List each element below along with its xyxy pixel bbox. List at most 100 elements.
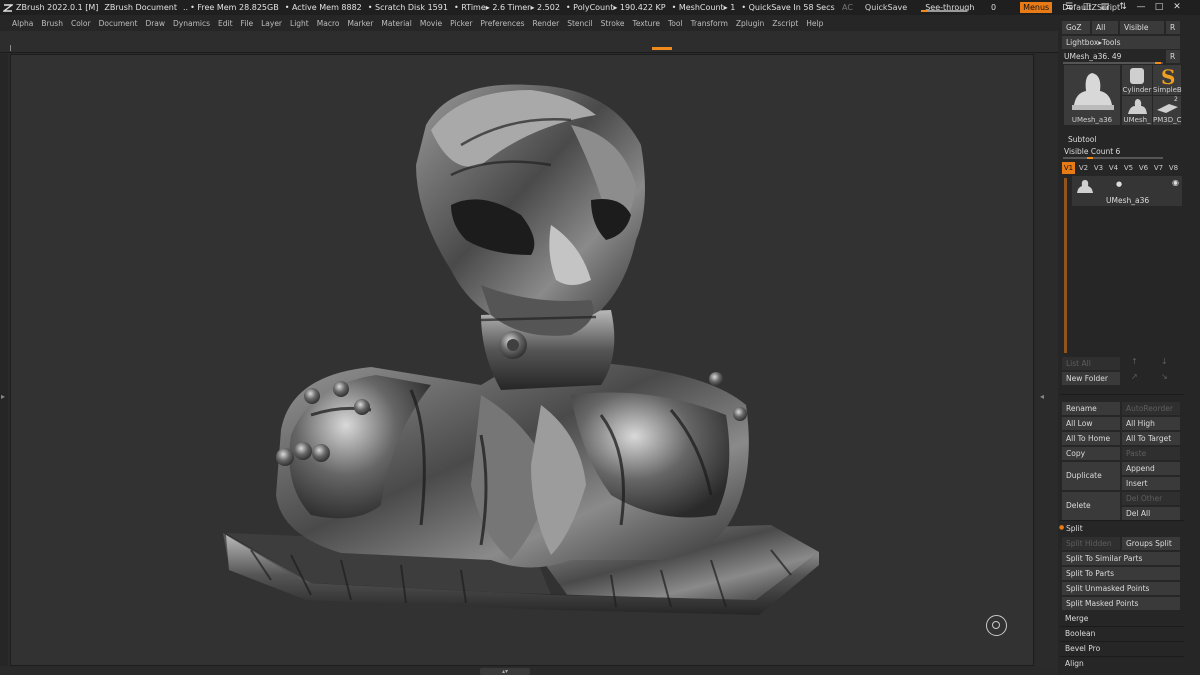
goz-button[interactable]: GoZ <box>1062 21 1090 34</box>
boolean-section[interactable]: Boolean <box>1065 629 1095 638</box>
maximize-icon[interactable]: □ <box>1153 2 1165 12</box>
all-to-home-button[interactable]: All To Home <box>1062 432 1120 445</box>
lightbox-tools-button[interactable]: Lightbox▸Tools <box>1062 36 1180 49</box>
menu-picker[interactable]: Picker <box>450 19 472 28</box>
menu-layer[interactable]: Layer <box>261 19 282 28</box>
menu-brush[interactable]: Brush <box>41 19 63 28</box>
split-unmasked-points-button[interactable]: Split Unmasked Points <box>1062 582 1180 595</box>
tab-v3[interactable]: V3 <box>1092 162 1105 174</box>
split-to-parts-button[interactable]: Split To Parts <box>1062 567 1180 580</box>
menus-toggle[interactable]: Menus <box>1020 2 1053 13</box>
tab-v1[interactable]: V1 <box>1062 162 1075 174</box>
layout-icon[interactable]: ◫ <box>1081 2 1093 12</box>
document-canvas[interactable] <box>10 54 1034 666</box>
insert-button[interactable]: Insert <box>1122 477 1180 490</box>
split-to-similar-parts-button[interactable]: Split To Similar Parts <box>1062 552 1180 565</box>
ac-label[interactable]: AC <box>842 3 853 12</box>
all-to-target-button[interactable]: All To Target <box>1122 432 1180 445</box>
tab-v4[interactable]: V4 <box>1107 162 1120 174</box>
del-all-button[interactable]: Del All <box>1122 507 1180 520</box>
split-hidden-button[interactable]: Split Hidden <box>1062 537 1120 550</box>
subtool-visibility-icon[interactable]: ● <box>1116 180 1122 188</box>
menu-file[interactable]: File <box>241 19 254 28</box>
menu-alpha[interactable]: Alpha <box>12 19 33 28</box>
menu-color[interactable]: Color <box>71 19 91 28</box>
menu-zscript[interactable]: Zscript <box>772 19 798 28</box>
menu-zplugin[interactable]: Zplugin <box>736 19 764 28</box>
split-masked-points-button[interactable]: Split Masked Points <box>1062 597 1180 610</box>
menu-texture[interactable]: Texture <box>633 19 660 28</box>
menu-material[interactable]: Material <box>381 19 411 28</box>
menu-preferences[interactable]: Preferences <box>480 19 524 28</box>
see-through-slider[interactable]: See-through 0 <box>921 3 1010 12</box>
r-button[interactable]: R <box>1166 21 1180 34</box>
left-tray-gutter[interactable]: ▸ <box>0 54 8 666</box>
close-icon[interactable]: ✕ <box>1171 2 1183 12</box>
menu-dynamics[interactable]: Dynamics <box>173 19 210 28</box>
navigation-widget[interactable] <box>986 615 1007 636</box>
del-other-button[interactable]: Del Other <box>1122 492 1180 505</box>
all-low-button[interactable]: All Low <box>1062 417 1120 430</box>
tray-icon[interactable]: ☰ <box>1063 2 1075 12</box>
r-button-2[interactable]: R <box>1166 50 1180 63</box>
duplicate-button[interactable]: Duplicate <box>1062 462 1120 490</box>
move-down-icon[interactable]: ↓ <box>1161 357 1168 366</box>
tool-thumb-umesh[interactable]: UMesh_a36 <box>1064 65 1120 125</box>
menu-transform[interactable]: Transform <box>691 19 728 28</box>
autoreorder-button[interactable]: AutoReorder <box>1122 402 1180 415</box>
merge-section[interactable]: Merge <box>1065 614 1088 623</box>
bottom-tray-handle[interactable]: ▴▾ <box>480 668 530 675</box>
visible-button[interactable]: Visible <box>1120 21 1164 34</box>
menu-document[interactable]: Document <box>99 19 138 28</box>
tool-thumb-umesh-small[interactable]: UMesh_ <box>1122 96 1152 125</box>
eye-icon[interactable]: ◉ <box>1172 178 1179 187</box>
all-high-button[interactable]: All High <box>1122 417 1180 430</box>
quicksave-button[interactable]: QuickSave <box>865 3 907 12</box>
tool-slider-track[interactable] <box>1063 62 1163 64</box>
scale-icon[interactable]: ⇅ <box>1117 2 1129 12</box>
expand-right-icon[interactable]: ◂ <box>1040 392 1044 401</box>
rename-button[interactable]: Rename <box>1062 402 1120 415</box>
visible-count-slider[interactable] <box>1063 157 1163 159</box>
menu-tool[interactable]: Tool <box>668 19 683 28</box>
list-all-button[interactable]: List All <box>1062 357 1120 370</box>
move-up-icon[interactable]: ↑ <box>1131 357 1138 366</box>
tool-thumb-cylinder[interactable]: Cylinder <box>1122 65 1152 95</box>
tab-v8[interactable]: V8 <box>1167 162 1180 174</box>
split-section-header[interactable]: Split <box>1066 524 1083 533</box>
align-section[interactable]: Align <box>1065 659 1084 668</box>
copy-button[interactable]: Copy <box>1062 447 1120 460</box>
visible-count[interactable]: Visible Count 6 <box>1064 147 1120 156</box>
tool-thumb-simpleb[interactable]: S SimpleB <box>1153 65 1182 95</box>
subtool-header[interactable]: Subtool <box>1068 135 1096 144</box>
minimize-icon[interactable]: — <box>1135 2 1147 12</box>
bevel-pro-section[interactable]: Bevel Pro <box>1065 644 1100 653</box>
tab-v6[interactable]: V6 <box>1137 162 1150 174</box>
menu-render[interactable]: Render <box>533 19 560 28</box>
new-folder-button[interactable]: New Folder <box>1062 372 1120 385</box>
subtool-item[interactable]: ● ◉ UMesh_a36 <box>1072 176 1182 206</box>
menu-macro[interactable]: Macro <box>317 19 340 28</box>
right-tray-gutter[interactable]: ◂ <box>1036 54 1058 666</box>
menu-help[interactable]: Help <box>806 19 823 28</box>
menu-draw[interactable]: Draw <box>145 19 165 28</box>
menu-stroke[interactable]: Stroke <box>601 19 625 28</box>
menu-light[interactable]: Light <box>290 19 309 28</box>
menu-movie[interactable]: Movie <box>420 19 442 28</box>
paste-button[interactable]: Paste <box>1122 447 1180 460</box>
tab-v2[interactable]: V2 <box>1077 162 1090 174</box>
append-button[interactable]: Append <box>1122 462 1180 475</box>
all-button[interactable]: All <box>1092 21 1118 34</box>
current-tool-label[interactable]: UMesh_a36. 49 <box>1064 52 1121 61</box>
tab-v5[interactable]: V5 <box>1122 162 1135 174</box>
menu-stencil[interactable]: Stencil <box>567 19 592 28</box>
delete-button[interactable]: Delete <box>1062 492 1120 520</box>
expand-left-icon[interactable]: ▸ <box>1 392 5 401</box>
subtool-scrollbar[interactable] <box>1064 178 1067 353</box>
groups-split-button[interactable]: Groups Split <box>1122 537 1180 550</box>
menu-marker[interactable]: Marker <box>347 19 373 28</box>
tab-v7[interactable]: V7 <box>1152 162 1165 174</box>
arrow-down-right-icon[interactable]: ↘ <box>1161 372 1168 381</box>
menu-edit[interactable]: Edit <box>218 19 233 28</box>
folder-icon[interactable]: ▤ <box>1099 2 1111 12</box>
